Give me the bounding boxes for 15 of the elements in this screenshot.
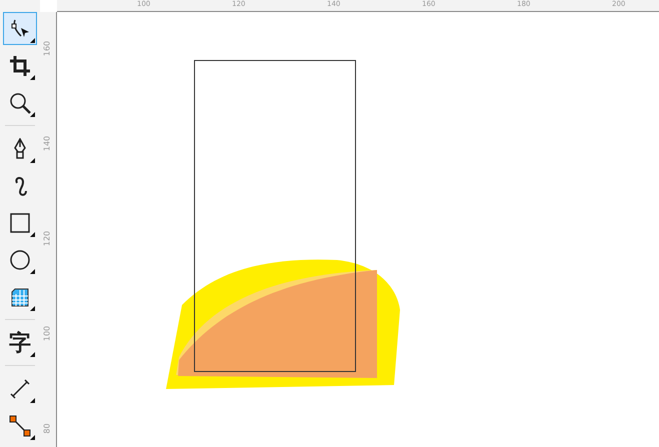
text-tool-button[interactable]: 字 bbox=[3, 326, 37, 359]
ruler-label: 100 bbox=[42, 324, 52, 344]
crop-icon bbox=[9, 54, 31, 76]
table-icon bbox=[9, 286, 31, 308]
shape-tool-button[interactable] bbox=[3, 12, 37, 45]
dimension-line-icon bbox=[9, 378, 31, 400]
shape-tool-icon bbox=[9, 18, 31, 40]
ruler-label: 140 bbox=[42, 134, 52, 154]
ruler-label: 120 bbox=[42, 230, 52, 248]
connector-icon bbox=[9, 414, 31, 436]
ellipse-icon bbox=[9, 248, 31, 270]
zoom-icon bbox=[9, 92, 31, 114]
ruler-label: 80 bbox=[42, 422, 52, 436]
rectangle-icon bbox=[9, 212, 31, 234]
ruler-label: 160 bbox=[42, 40, 52, 58]
